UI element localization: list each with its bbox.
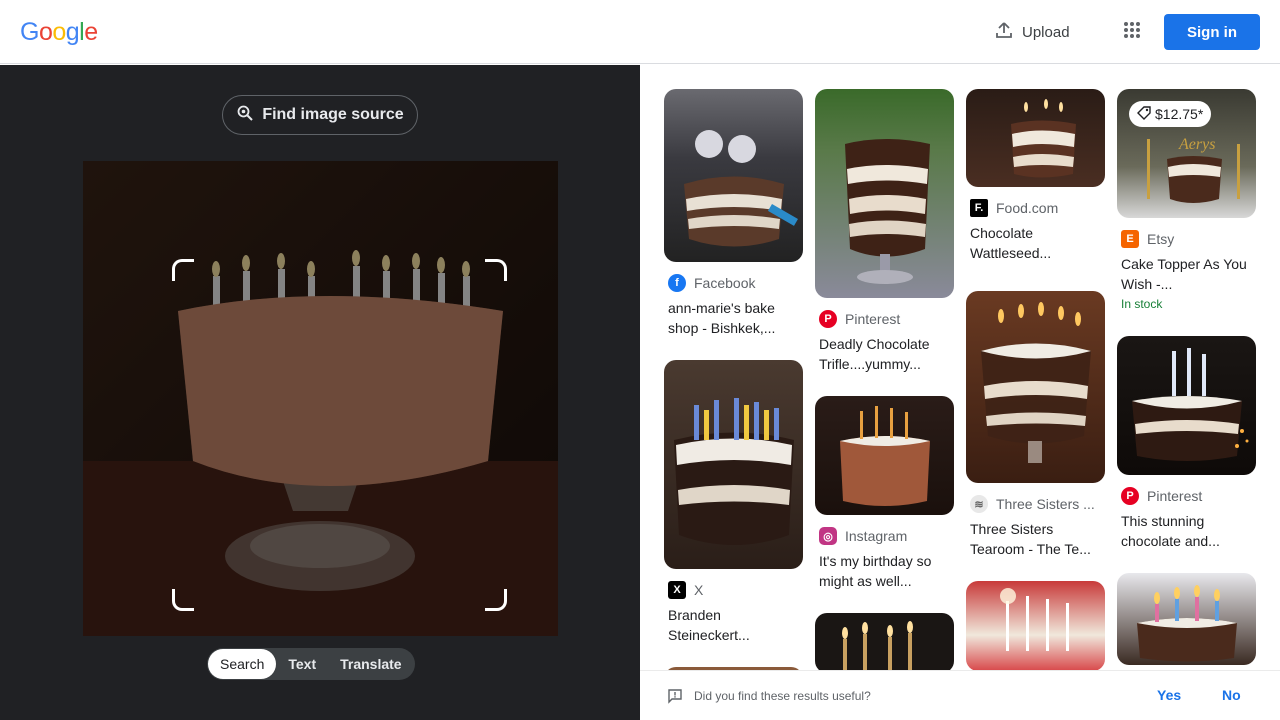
result-thumbnail[interactable]: Aerys $12.75* (1117, 89, 1256, 218)
lens-mode-tabs: Search Text Translate (207, 648, 415, 680)
results-grid: f Facebook ann-marie's bake shop - Bishk… (640, 65, 1280, 670)
result-thumbnail[interactable] (1117, 573, 1256, 665)
feedback-no-button[interactable]: No (1222, 687, 1241, 703)
result-thumbnail[interactable] (815, 613, 954, 670)
result-source[interactable]: X X (664, 581, 803, 599)
three-sisters-icon: ≋ (970, 495, 988, 513)
header: Google Upload Sign in (0, 0, 1280, 64)
result-card[interactable]: P Pinterest This stunning chocolate and.… (1117, 336, 1256, 551)
result-card[interactable] (966, 581, 1105, 670)
find-image-source-button[interactable]: Find image source (222, 95, 418, 135)
result-source-name: Etsy (1147, 231, 1175, 247)
result-source[interactable]: E Etsy (1117, 230, 1256, 248)
feedback-question: Did you find these results useful? (694, 689, 871, 703)
crop-handle-bottom-left[interactable] (172, 589, 194, 611)
result-title[interactable]: Branden Steineckert... (664, 605, 803, 645)
result-source-name: Facebook (694, 275, 756, 291)
upload-button[interactable]: Upload (984, 14, 1080, 50)
result-thumbnail[interactable] (664, 89, 803, 262)
result-card[interactable]: F. Food.com Chocolate Wattleseed... (966, 89, 1105, 263)
svg-text:Aerys: Aerys (1178, 136, 1215, 153)
x-icon: X (668, 581, 686, 599)
find-image-source-label: Find image source (262, 106, 404, 123)
result-source-name: Three Sisters ... (996, 496, 1095, 512)
feedback-bar: Did you find these results useful? Yes N… (640, 670, 1280, 720)
result-thumbnail[interactable] (815, 396, 954, 515)
result-title[interactable]: Deadly Chocolate Trifle....yummy... (815, 334, 954, 374)
pinterest-icon: P (819, 310, 837, 328)
result-title[interactable]: Chocolate Wattleseed... (966, 223, 1105, 263)
result-card[interactable]: X X Branden Steineckert... (664, 360, 803, 645)
price-value: $12.75* (1155, 106, 1204, 122)
result-thumbnail[interactable] (966, 89, 1105, 187)
logo-letter: e (84, 18, 98, 46)
result-source[interactable]: ◎ Instagram (815, 527, 954, 545)
tab-text[interactable]: Text (276, 649, 328, 679)
result-source[interactable]: ≋ Three Sisters ... (966, 495, 1105, 513)
logo-letter: o (52, 18, 66, 46)
upload-label: Upload (1022, 23, 1070, 41)
crop-selection[interactable] (176, 265, 503, 607)
lens-image-panel: Find image source Search Text Translate (0, 65, 640, 720)
query-image[interactable] (83, 161, 558, 636)
result-thumbnail[interactable] (815, 89, 954, 298)
result-source[interactable]: F. Food.com (966, 199, 1105, 217)
result-source-name: Food.com (996, 200, 1059, 216)
result-title[interactable]: Three Sisters Tearoom - The Te... (966, 519, 1105, 559)
tab-translate[interactable]: Translate (328, 649, 413, 679)
etsy-icon: E (1121, 230, 1139, 248)
result-source-name: Pinterest (845, 311, 901, 327)
feedback-yes-button[interactable]: Yes (1157, 687, 1181, 703)
result-source-name: X (694, 582, 704, 598)
result-thumbnail[interactable] (966, 581, 1105, 670)
food-com-icon: F. (970, 199, 988, 217)
crop-handle-top-right[interactable] (485, 259, 507, 281)
result-title[interactable]: It's my birthday so might as well... (815, 551, 954, 591)
instagram-icon: ◎ (819, 527, 837, 545)
result-source-name: Instagram (845, 528, 908, 544)
result-title[interactable]: This stunning chocolate and... (1117, 511, 1256, 551)
result-card[interactable]: Aerys $12.75* E Etsy Cake Topper As You … (1117, 89, 1256, 311)
result-card[interactable]: P Pinterest Deadly Chocolate Trifle....y… (815, 89, 954, 374)
lens-search-icon (236, 104, 254, 127)
facebook-icon: f (668, 274, 686, 292)
result-card[interactable] (1117, 573, 1256, 665)
result-card[interactable]: ◎ Instagram It's my birthday so might as… (815, 396, 954, 591)
result-card[interactable] (815, 613, 954, 670)
logo-letter: g (65, 18, 80, 46)
result-thumbnail[interactable] (664, 360, 803, 569)
result-source-name: Pinterest (1147, 488, 1203, 504)
price-tag-icon (1137, 105, 1151, 123)
result-thumbnail[interactable] (1117, 336, 1256, 475)
pinterest-icon: P (1121, 487, 1139, 505)
crop-handle-top-left[interactable] (172, 259, 194, 281)
result-source[interactable]: P Pinterest (1117, 487, 1256, 505)
result-thumbnail[interactable] (966, 291, 1105, 483)
crop-handle-bottom-right[interactable] (485, 589, 507, 611)
result-source[interactable]: f Facebook (664, 274, 803, 292)
apps-button[interactable] (1114, 14, 1150, 50)
stock-status: In stock (1121, 297, 1163, 311)
result-title[interactable]: ann-marie's bake shop - Bishkek,... (664, 298, 803, 338)
result-card[interactable]: f Facebook ann-marie's bake shop - Bishk… (664, 89, 803, 338)
logo-letter: G (20, 18, 39, 46)
price-badge: $12.75* (1129, 101, 1212, 127)
upload-icon (994, 20, 1014, 44)
sign-in-button[interactable]: Sign in (1164, 14, 1260, 50)
feedback-icon (667, 688, 683, 709)
apps-grid-icon (1123, 21, 1141, 44)
logo-letter: o (38, 18, 53, 46)
tab-search[interactable]: Search (208, 649, 277, 679)
result-source[interactable]: P Pinterest (815, 310, 954, 328)
google-logo[interactable]: Google (20, 18, 98, 47)
result-title[interactable]: Cake Topper As You Wish -... (1117, 254, 1256, 294)
result-card[interactable]: ≋ Three Sisters ... Three Sisters Tearoo… (966, 291, 1105, 559)
